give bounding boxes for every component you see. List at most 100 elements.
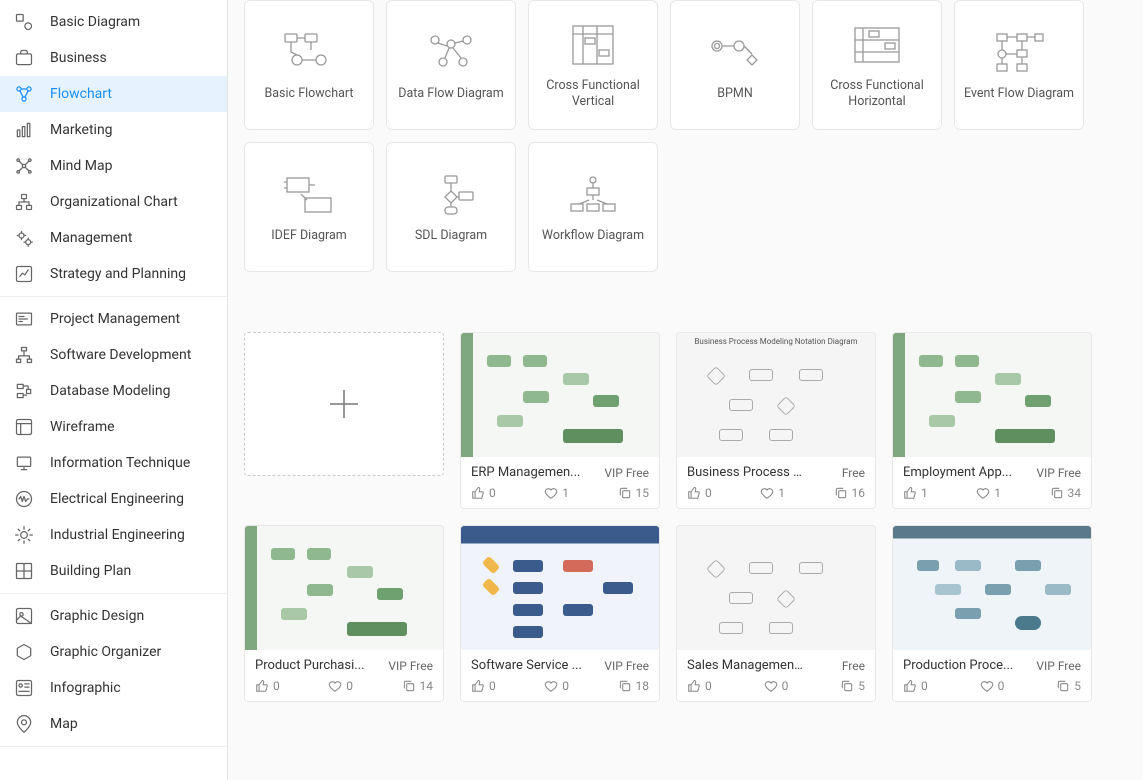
diagram-type-icon xyxy=(421,28,481,78)
industrial-icon xyxy=(14,525,34,545)
template-card[interactable]: Employment App...VIP Free1134 xyxy=(892,332,1092,509)
template-copies: 5 xyxy=(840,679,865,693)
template-copies-count: 34 xyxy=(1068,486,1082,500)
diagram-type-label: Cross Functional Vertical xyxy=(537,78,649,111)
app-root: Basic Diagram Business Flowchart Marketing M… xyxy=(0,0,1143,780)
sidebar-group-1: Basic Diagram Business Flowchart Marketing M… xyxy=(0,0,227,297)
thumbsup-icon xyxy=(903,679,917,693)
diagram-type-sdl-diagram[interactable]: SDL Diagram xyxy=(386,142,516,272)
template-card[interactable]: Sales Management C...Free005 xyxy=(676,525,876,702)
template-likes-count: 0 xyxy=(705,486,712,500)
sidebar-item-flowchart[interactable]: Flowchart xyxy=(0,76,227,112)
diagram-type-event-flow-diagram[interactable]: Event Flow Diagram xyxy=(954,0,1084,130)
template-meta: Employment App...VIP Free1134 xyxy=(893,457,1091,508)
template-stats: 0115 xyxy=(471,486,649,500)
template-badge: VIP Free xyxy=(1036,659,1081,673)
new-blank-template[interactable] xyxy=(244,332,444,476)
copy-icon xyxy=(1056,679,1070,693)
template-likes-count: 0 xyxy=(489,486,496,500)
sidebar-group-2: Project ManagementSoftware DevelopmentDa… xyxy=(0,297,227,594)
template-likes-count: 0 xyxy=(921,679,928,693)
heart-icon xyxy=(976,486,990,500)
sidebar: Basic Diagram Business Flowchart Marketing M… xyxy=(0,0,228,780)
diagram-type-icon xyxy=(563,20,623,70)
diagram-type-label: IDEF Diagram xyxy=(271,228,347,244)
sidebar-item-management[interactable]: Management xyxy=(0,220,227,256)
template-card[interactable]: Software Service ...VIP Free0018 xyxy=(460,525,660,702)
heart-icon xyxy=(980,679,994,693)
template-card[interactable]: Product Purchasi...VIP Free0014 xyxy=(244,525,444,702)
sidebar-item-database-modeling[interactable]: Database Modeling xyxy=(0,373,227,409)
briefcase-icon xyxy=(14,48,34,68)
template-badge: VIP Free xyxy=(604,659,649,673)
copy-icon xyxy=(840,679,854,693)
diagram-type-cross-functional-vertical[interactable]: Cross Functional Vertical xyxy=(528,0,658,130)
sidebar-item-organizational-chart[interactable]: Organizational Chart xyxy=(0,184,227,220)
sidebar-item-wireframe[interactable]: Wireframe xyxy=(0,409,227,445)
template-card[interactable]: Business Process Modeling Notation Diagr… xyxy=(676,332,876,509)
template-card[interactable]: Production Proce...VIP Free005 xyxy=(892,525,1092,702)
thumbsup-icon xyxy=(471,486,485,500)
template-card[interactable]: ERP Managemen...VIP Free0115 xyxy=(460,332,660,509)
template-thumbnail xyxy=(677,526,875,650)
template-hearts-count: 1 xyxy=(778,486,785,500)
copy-icon xyxy=(834,486,848,500)
sidebar-item-label: Graphic Organizer xyxy=(50,644,161,660)
sidebar-item-industrial-engineering[interactable]: Industrial Engineering xyxy=(0,517,227,553)
thumbsup-icon xyxy=(687,486,701,500)
mindmap-icon xyxy=(14,156,34,176)
template-likes: 0 xyxy=(687,486,712,500)
circuit-icon xyxy=(14,489,34,509)
template-likes: 0 xyxy=(471,486,496,500)
diagram-type-basic-flowchart[interactable]: Basic Flowchart xyxy=(244,0,374,130)
sidebar-group-3: Graphic Design Graphic Organizer Infograph… xyxy=(0,594,227,747)
template-hearts: 0 xyxy=(764,679,789,693)
template-likes: 0 xyxy=(903,679,928,693)
diagram-type-label: Basic Flowchart xyxy=(264,86,353,102)
sidebar-item-graphic-organizer[interactable]: Graphic Organizer xyxy=(0,634,227,670)
sidebar-item-label: Electrical Engineering xyxy=(50,491,184,507)
template-hearts-count: 0 xyxy=(998,679,1005,693)
diagram-type-idef-diagram[interactable]: IDEF Diagram xyxy=(244,142,374,272)
sidebar-item-label: Business xyxy=(50,50,107,66)
trend-icon xyxy=(14,264,34,284)
template-stats: 0116 xyxy=(687,486,865,500)
template-likes: 0 xyxy=(687,679,712,693)
sidebar-item-project-management[interactable]: Project Management xyxy=(0,301,227,337)
template-title: Sales Management C... xyxy=(687,658,807,673)
template-stats: 0014 xyxy=(255,679,433,693)
diagram-type-data-flow-diagram[interactable]: Data Flow Diagram xyxy=(386,0,516,130)
sidebar-item-map[interactable]: Map xyxy=(0,706,227,742)
diagram-type-grid: Basic Flowchart Data Flow Diagram Cross Fu… xyxy=(244,0,1127,272)
sidebar-item-basic-diagram[interactable]: Basic Diagram xyxy=(0,4,227,40)
sidebar-item-information-technique[interactable]: Information Technique xyxy=(0,445,227,481)
diagram-type-bpmn[interactable]: BPMN xyxy=(670,0,800,130)
template-badge: VIP Free xyxy=(1036,466,1081,480)
diagram-type-workflow-diagram[interactable]: Workflow Diagram xyxy=(528,142,658,272)
template-thumbnail xyxy=(893,526,1091,650)
sidebar-item-label: Mind Map xyxy=(50,158,112,174)
thumbsup-icon xyxy=(255,679,269,693)
sidebar-item-strategy-and-planning[interactable]: Strategy and Planning xyxy=(0,256,227,292)
heart-icon xyxy=(764,679,778,693)
sidebar-item-label: Marketing xyxy=(50,122,113,138)
template-copies-count: 18 xyxy=(636,679,650,693)
sidebar-item-label: Strategy and Planning xyxy=(50,266,186,282)
sidebar-item-marketing[interactable]: Marketing xyxy=(0,112,227,148)
template-title: Product Purchasi... xyxy=(255,658,365,673)
sidebar-item-graphic-design[interactable]: Graphic Design xyxy=(0,598,227,634)
sidebar-item-mind-map[interactable]: Mind Map xyxy=(0,148,227,184)
template-hearts: 0 xyxy=(980,679,1005,693)
thumbsup-icon xyxy=(903,486,917,500)
basic-diagram-icon xyxy=(14,12,34,32)
diagram-type-cross-functional-horizontal[interactable]: Cross Functional Horizontal xyxy=(812,0,942,130)
sidebar-item-software-development[interactable]: Software Development xyxy=(0,337,227,373)
sidebar-item-infographic[interactable]: Infographic xyxy=(0,670,227,706)
template-hearts: 1 xyxy=(544,486,569,500)
template-copies: 18 xyxy=(618,679,650,693)
building-icon xyxy=(14,561,34,581)
sidebar-item-electrical-engineering[interactable]: Electrical Engineering xyxy=(0,481,227,517)
sidebar-item-business[interactable]: Business xyxy=(0,40,227,76)
sidebar-item-building-plan[interactable]: Building Plan xyxy=(0,553,227,589)
template-hearts-count: 1 xyxy=(994,486,1001,500)
